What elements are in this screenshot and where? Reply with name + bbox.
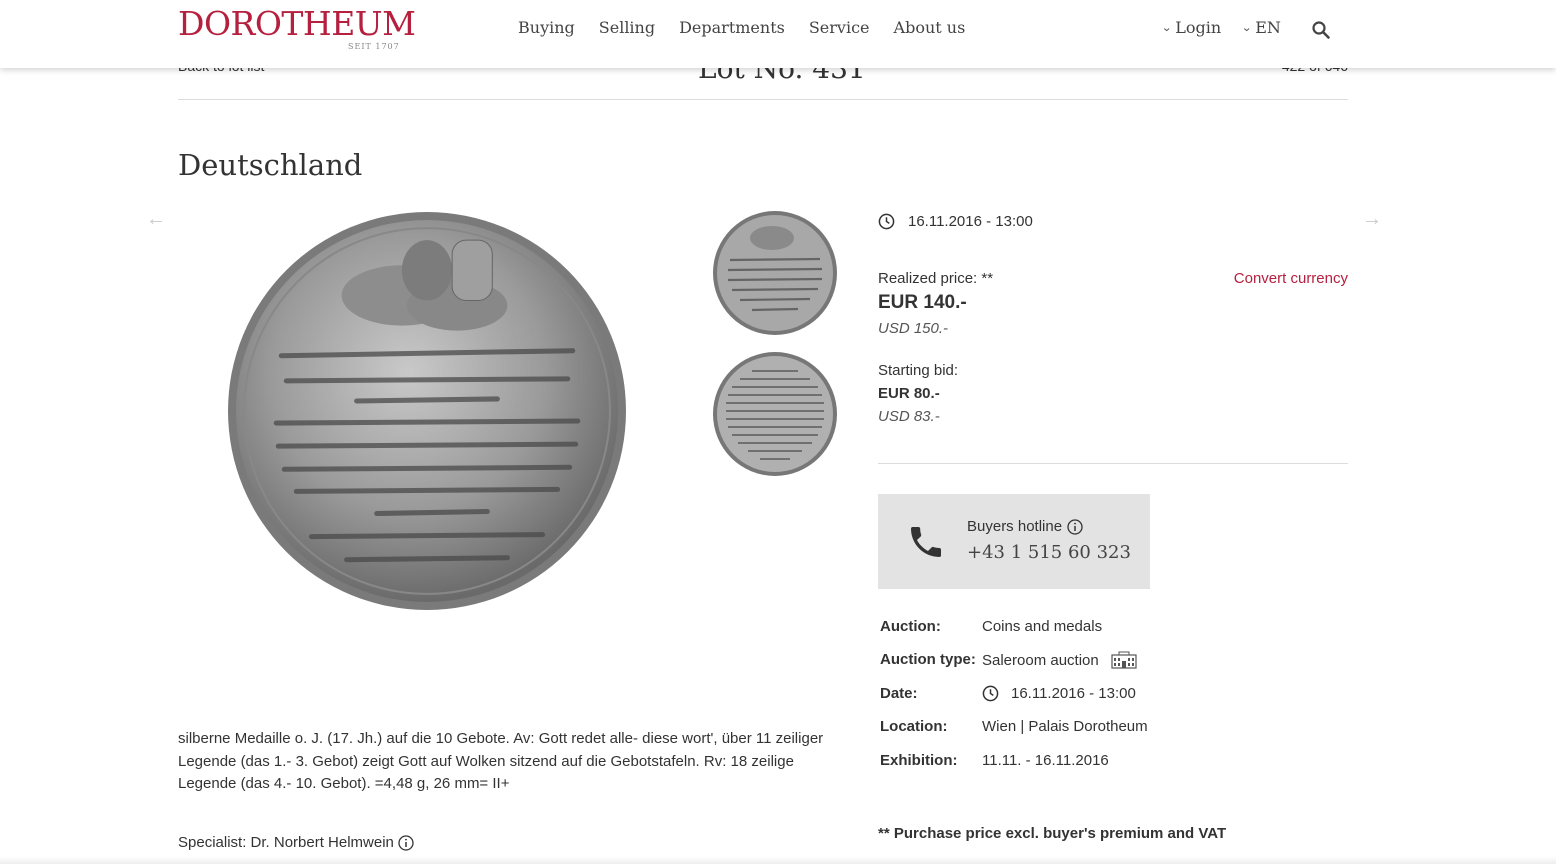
specialist-text: Specialist: Dr. Norbert Helmwein	[178, 834, 394, 851]
hotline-label-row: Buyers hotline	[967, 518, 1083, 535]
auction-datetime: 16.11.2016 - 13:00	[878, 213, 1033, 230]
lot-description: silberne Medaille o. J. (17. Jh.) auf di…	[178, 730, 824, 792]
starting-bid-label: Starting bid:	[878, 362, 959, 379]
datetime-text: 16.11.2016 - 13:00	[908, 213, 1033, 230]
fact-value-text: Saleroom auction	[982, 651, 1099, 669]
language-label: EN	[1255, 18, 1281, 37]
fact-key: Auction type:	[880, 651, 976, 668]
fact-key: Date:	[880, 685, 918, 702]
fact-value: Coins and medals	[982, 618, 1102, 635]
specialist-row: Specialist: Dr. Norbert Helmwein	[178, 834, 414, 851]
next-lot-arrow-icon[interactable]: →	[1362, 208, 1382, 231]
info-icon[interactable]	[398, 834, 414, 851]
section-divider	[878, 463, 1348, 464]
language-dropdown[interactable]: ⌄ EN	[1241, 18, 1281, 37]
convert-currency-link[interactable]: Convert currency	[1234, 270, 1348, 287]
nav-service[interactable]: Service	[809, 18, 870, 37]
nav-selling[interactable]: Selling	[599, 18, 655, 37]
fact-value-text: Coins and medals	[982, 618, 1103, 635]
fact-row-location: Location: Wien | Palais Dorotheum	[880, 718, 1280, 740]
fact-value-text: 16.11.2016 - 13:00	[1011, 685, 1136, 702]
dorotheum-logo[interactable]: DOROTHEUM SEIT 1707	[178, 6, 418, 54]
hotline-label: Buyers hotline	[967, 518, 1063, 535]
fact-value: 11.11. - 16.11.2016	[982, 752, 1109, 769]
realized-price-usd: USD 150.-	[878, 320, 949, 337]
fact-row-date: Date: 16.11.2016 - 13:00	[880, 685, 1280, 707]
fact-value: Wien | Palais Dorotheum	[982, 718, 1148, 735]
saleroom-building-icon	[1111, 651, 1137, 669]
hotline-number: +43 1 515 60 323	[967, 542, 1131, 563]
clock-icon	[878, 213, 895, 230]
coin-main-image[interactable]	[226, 210, 628, 612]
starting-bid-eur: EUR 80.-	[878, 385, 940, 402]
starting-bid-usd: USD 83.-	[878, 408, 940, 425]
chevron-down-icon: ⌄	[1161, 21, 1173, 34]
fact-value-text: Wien | Palais Dorotheum	[982, 718, 1148, 735]
fact-value: Saleroom auction	[982, 651, 1137, 669]
main-nav: Buying Selling Departments Service About…	[518, 18, 965, 37]
realized-price-label: Realized price: **	[878, 270, 994, 287]
fact-row-auction: Auction: Coins and medals	[880, 618, 1280, 640]
logo-tagline: SEIT 1707	[348, 42, 400, 51]
fact-row-auction-type: Auction type: Saleroom auction	[880, 651, 1280, 673]
info-icon[interactable]	[1067, 518, 1083, 535]
nav-buying[interactable]: Buying	[518, 18, 575, 37]
nav-departments[interactable]: Departments	[679, 18, 785, 37]
login-label: Login	[1175, 18, 1222, 37]
site-header: DOROTHEUM SEIT 1707 Buying Selling Depar…	[0, 0, 1556, 68]
coin-thumbnail-obverse[interactable]	[712, 210, 838, 336]
page-title: Deutschland	[178, 148, 363, 182]
nav-about-us[interactable]: About us	[894, 18, 966, 37]
chevron-down-icon: ⌄	[1241, 21, 1253, 34]
search-icon[interactable]	[1311, 20, 1331, 40]
fact-key: Exhibition:	[880, 752, 958, 769]
phone-icon	[911, 527, 941, 557]
clock-icon	[982, 685, 999, 702]
fact-key: Auction:	[880, 618, 941, 635]
realized-price-eur: EUR 140.-	[878, 292, 967, 313]
price-footnote: ** Purchase price excl. buyer's premium …	[878, 825, 1227, 842]
prev-lot-arrow-icon[interactable]: ←	[146, 208, 166, 231]
fact-key: Location:	[880, 718, 948, 735]
fact-value: 16.11.2016 - 13:00	[982, 685, 1136, 702]
fact-value-text: 11.11. - 16.11.2016	[982, 752, 1109, 769]
bottom-edge	[0, 856, 1556, 864]
logo-wordmark: DOROTHEUM	[178, 4, 416, 43]
fact-row-exhibition: Exhibition: 11.11. - 16.11.2016	[880, 752, 1280, 774]
coin-thumbnail-reverse[interactable]	[712, 351, 838, 477]
login-dropdown[interactable]: ⌄ Login	[1161, 18, 1222, 37]
buyers-hotline-box[interactable]: Buyers hotline +43 1 515 60 323	[878, 494, 1150, 589]
